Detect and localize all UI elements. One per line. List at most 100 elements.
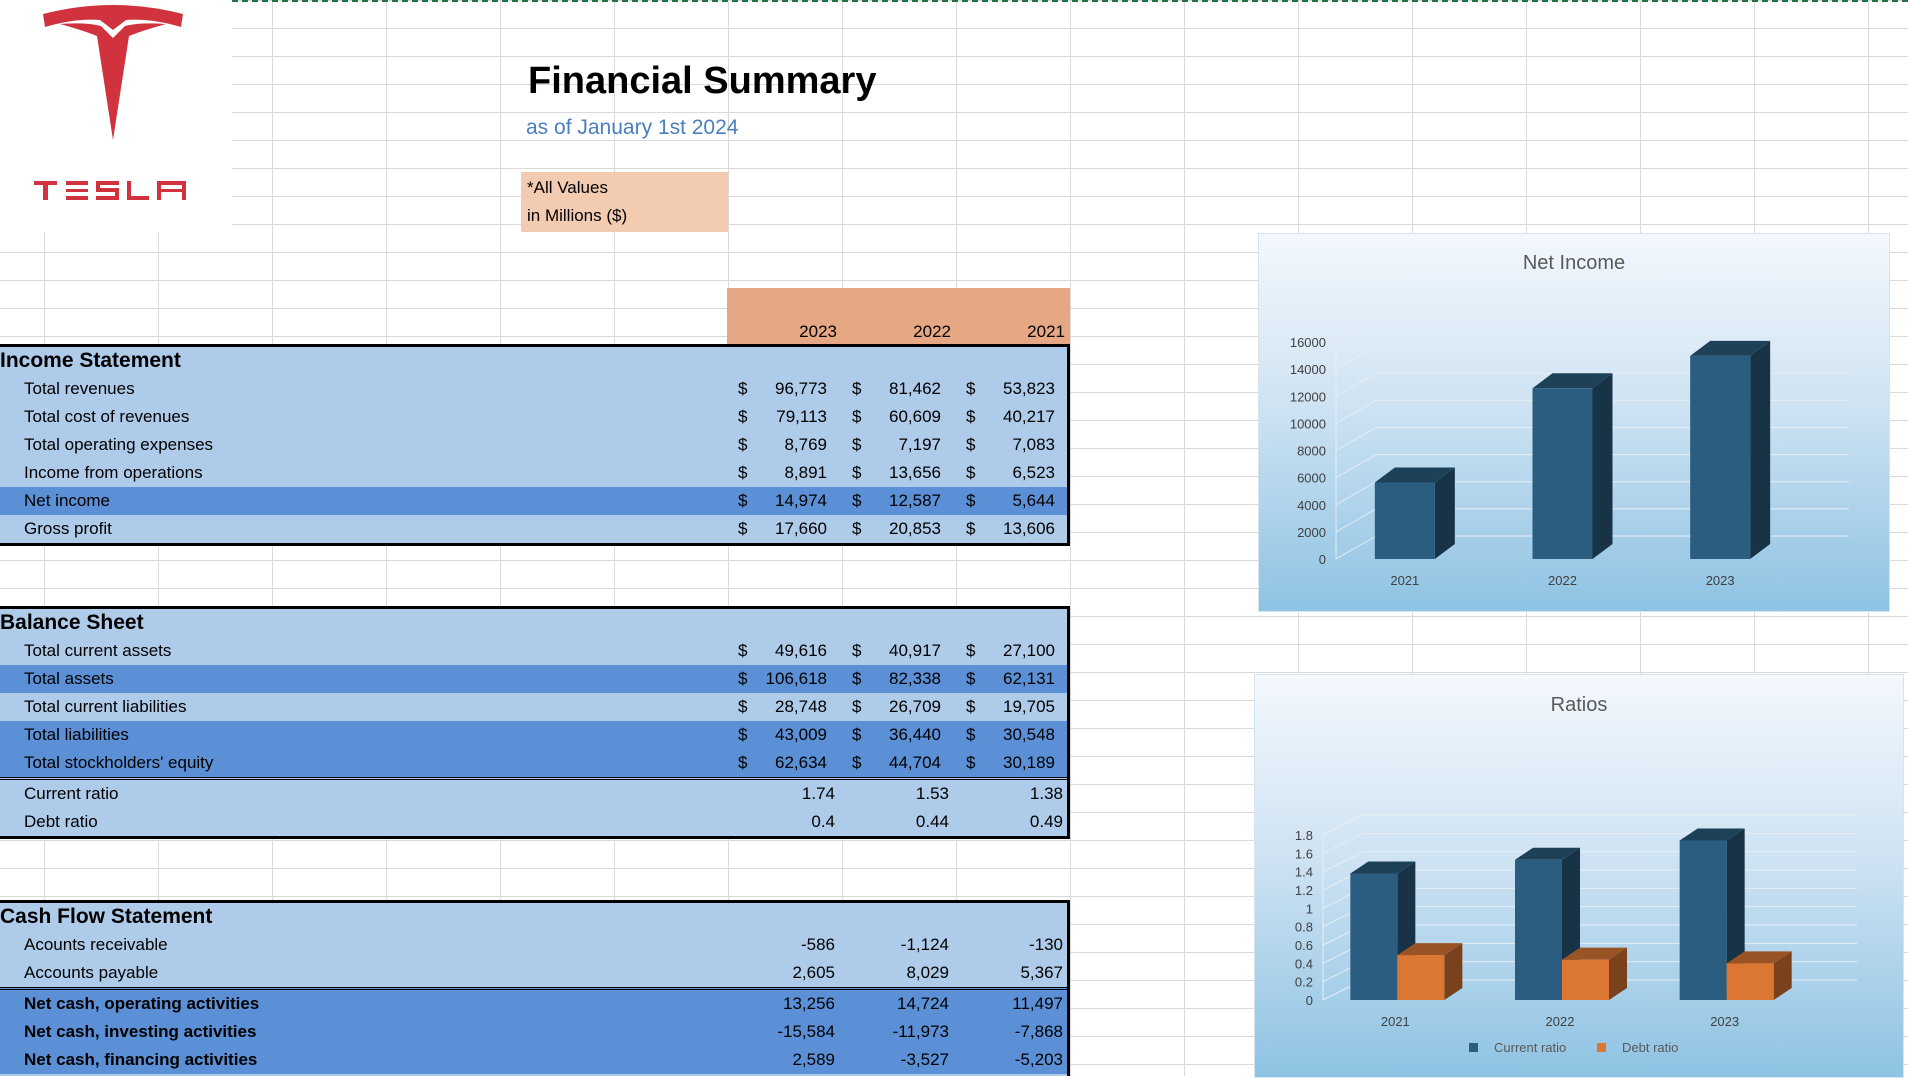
- currency-symbol: $: [966, 669, 976, 688]
- table-row[interactable]: Total liabilities $43,009 $36,440 $30,548: [0, 721, 1067, 749]
- income-statement-section: Income Statement Total revenues $96,773 $8…: [0, 344, 1070, 546]
- currency-symbol: $: [966, 407, 976, 426]
- ratio-row[interactable]: Current ratio 1.74 1.53 1.38: [0, 780, 1067, 808]
- cell-value: 27,100: [1003, 641, 1055, 660]
- y-tick-label: 6000: [1297, 471, 1326, 486]
- currency-symbol: $: [966, 491, 976, 510]
- y-tick-label: 8000: [1297, 444, 1326, 459]
- units-note-line1: *All Values: [527, 178, 608, 197]
- net-cash-row[interactable]: Net cash, operating activities 13,256 14,7…: [0, 990, 1067, 1018]
- gridline-side: [1335, 481, 1377, 506]
- cell-value: 44,704: [889, 753, 941, 772]
- table-row[interactable]: Total revenues $96,773 $81,462 $53,823: [0, 375, 1067, 403]
- gridline-side: [1322, 814, 1364, 836]
- ratios-chart[interactable]: Ratios 0 0.2 0.4 0.6 0.8 1 1.2 1.4 1.6 1.8 2021 2022…: [1254, 674, 1904, 1078]
- row-label: Net cash, operating activities: [24, 994, 260, 1013]
- y-tick-label: 1: [1306, 901, 1313, 916]
- year-header-0: 2023: [799, 322, 837, 341]
- gridline-side: [1335, 427, 1377, 451]
- cell-value: 8,029: [906, 963, 949, 982]
- currency-symbol: $: [738, 519, 748, 538]
- cell-value: 0.44: [915, 812, 949, 831]
- section-heading: Income Statement: [0, 347, 1067, 375]
- bar: [1350, 873, 1398, 1000]
- table-row[interactable]: Income from operations $8,891 $13,656 $6,52…: [0, 459, 1067, 487]
- table-row[interactable]: Net income $14,974 $12,587 $5,644: [0, 487, 1067, 515]
- cell-value: 30,548: [1003, 725, 1055, 744]
- cell-value: 13,606: [1003, 519, 1055, 538]
- page-subtitle: as of January 1st 2024: [526, 116, 739, 139]
- bar-side: [1750, 340, 1771, 559]
- page-break-line: [232, 0, 1908, 2]
- x-tick-label: 2023: [1710, 1014, 1739, 1029]
- table-row[interactable]: Total current liabilities $28,748 $26,709 $…: [0, 693, 1067, 721]
- table-row[interactable]: Total stockholders' equity $62,634 $44,704…: [0, 749, 1067, 777]
- cell-value: -5,203: [1014, 1050, 1063, 1069]
- row-label: Total stockholders' equity: [24, 753, 214, 772]
- cell-value: 2,589: [792, 1050, 835, 1069]
- table-row[interactable]: Total cost of revenues $79,113 $60,609 $40,…: [0, 403, 1067, 431]
- cell-value: 36,440: [889, 725, 941, 744]
- net-income-chart[interactable]: Net Income 0 2000 4000 6000 8000 10000 12000 140…: [1258, 233, 1890, 612]
- cell-value: 1.74: [801, 784, 835, 803]
- currency-symbol: $: [852, 753, 862, 772]
- cell-value: 14,724: [897, 994, 949, 1013]
- y-tick-label: 14000: [1290, 362, 1326, 377]
- cell-value: 5,644: [1012, 491, 1055, 510]
- currency-symbol: $: [738, 669, 748, 688]
- currency-symbol: $: [966, 435, 976, 454]
- bar: [1397, 955, 1445, 1000]
- currency-symbol: $: [966, 641, 976, 660]
- table-row[interactable]: Total current assets $49,616 $40,917 $27,10…: [0, 637, 1067, 665]
- cell-value: 79,113: [776, 407, 827, 426]
- currency-symbol: $: [738, 725, 748, 744]
- ratio-row[interactable]: Debt ratio 0.4 0.44 0.49: [0, 808, 1067, 836]
- currency-symbol: $: [852, 725, 862, 744]
- net-cash-row[interactable]: Net cash, financing activities 2,589 -3,52…: [0, 1046, 1067, 1074]
- y-tick-label: 16000: [1290, 335, 1326, 350]
- cell-value: 96,773: [775, 379, 827, 398]
- gridline-side: [1335, 318, 1377, 343]
- chart-title: Net Income: [1523, 252, 1625, 274]
- cell-value: 7,083: [1012, 435, 1055, 454]
- table-row[interactable]: Acounts receivable -586 -1,124 -130: [0, 931, 1067, 959]
- legend-label: Debt ratio: [1622, 1040, 1678, 1055]
- table-row[interactable]: Total operating expenses $8,769 $7,197 $7,0…: [0, 431, 1067, 459]
- y-tick-label: 10000: [1290, 416, 1326, 431]
- gridline-side: [1335, 399, 1377, 424]
- gridline-side: [1322, 851, 1364, 873]
- bar: [1374, 482, 1435, 559]
- bar: [1515, 859, 1562, 1000]
- bar: [1690, 355, 1751, 559]
- row-label: Total operating expenses: [24, 435, 214, 454]
- currency-symbol: $: [966, 519, 976, 538]
- cell-value: 11,497: [1012, 994, 1063, 1013]
- y-tick-label: 0.2: [1295, 975, 1313, 990]
- y-tick-label: 1.2: [1295, 883, 1313, 898]
- y-tick-label: 1.8: [1295, 828, 1313, 843]
- tesla-logo-icon: [34, 5, 186, 200]
- cash-flow-title: Cash Flow Statement: [0, 905, 213, 928]
- row-label: Current ratio: [24, 784, 119, 803]
- y-tick-label: 0.8: [1295, 920, 1313, 935]
- cash-flow-section: Cash Flow Statement Acounts receivable -5…: [0, 900, 1070, 1076]
- x-tick-label: 2022: [1548, 573, 1577, 588]
- table-row[interactable]: Gross profit $17,660 $20,853 $13,606: [0, 515, 1067, 543]
- table-row[interactable]: Accounts payable 2,605 8,029 5,367: [0, 959, 1067, 987]
- net-cash-row[interactable]: Net cash, investing activities -15,584 -11…: [0, 1018, 1067, 1046]
- currency-symbol: $: [852, 379, 862, 398]
- units-note-line2: in Millions ($): [527, 206, 628, 225]
- cell-value: 82,338: [889, 669, 941, 688]
- bar-side: [1592, 373, 1613, 559]
- cell-value: 0.4: [811, 812, 835, 831]
- currency-symbol: $: [738, 379, 748, 398]
- cell-value: 62,634: [775, 753, 827, 772]
- table-row[interactable]: Total assets $106,618 $82,338 $62,131: [0, 665, 1067, 693]
- row-label: Acounts receivable: [24, 935, 168, 954]
- currency-symbol: $: [966, 463, 976, 482]
- year-header-2: 2021: [1027, 322, 1065, 341]
- cell-value: 12,587: [889, 491, 941, 510]
- row-label: Total cost of revenues: [24, 407, 190, 426]
- bar: [1562, 959, 1609, 1000]
- gridline-side: [1335, 345, 1377, 370]
